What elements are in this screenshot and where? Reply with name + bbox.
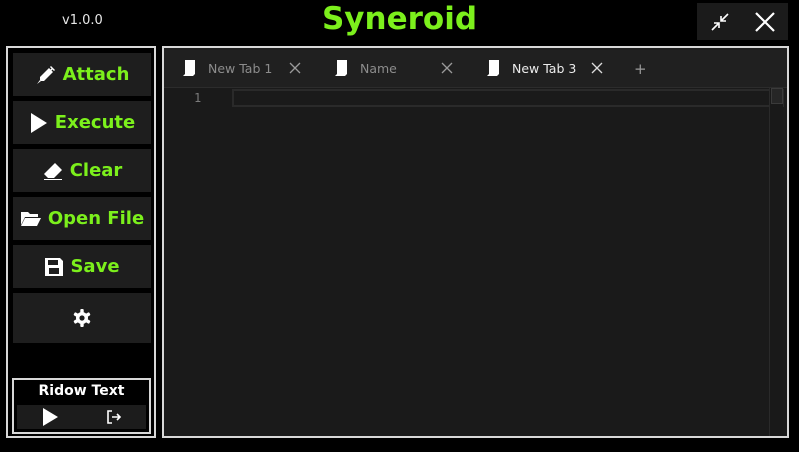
close-icon[interactable] [591, 62, 603, 74]
document-icon [183, 60, 195, 76]
attach-button[interactable]: Attach [13, 53, 151, 96]
tab-new-tab-1[interactable]: New Tab 1 [182, 48, 272, 88]
add-tab-button[interactable]: + [634, 60, 647, 78]
editor-frame: New Tab 1 Name New Tab 3 + 1 [162, 46, 789, 438]
line-number: 1 [194, 91, 202, 105]
minimize-button[interactable] [700, 3, 740, 40]
close-icon[interactable] [441, 62, 453, 74]
save-label: Save [70, 256, 120, 277]
scroll-thumb[interactable] [771, 88, 783, 104]
script-panel-toolbar [17, 405, 146, 429]
tab-new-tab-3[interactable]: New Tab 3 [486, 48, 576, 88]
floppy-disk-icon [45, 257, 64, 276]
script-run-button[interactable] [41, 407, 59, 427]
window-controls [697, 3, 788, 40]
execute-button[interactable]: Execute [13, 101, 151, 144]
clear-button[interactable]: Clear [13, 149, 151, 192]
execute-label: Execute [54, 112, 136, 133]
eraser-icon [43, 162, 62, 180]
app-title: Syneroid [321, 1, 478, 37]
document-icon [487, 60, 499, 76]
document-icon [335, 60, 347, 76]
script-exit-button[interactable] [106, 409, 122, 425]
gear-icon [73, 309, 91, 327]
clear-label: Clear [69, 160, 123, 181]
close-x-icon [755, 11, 776, 32]
close-icon[interactable] [289, 62, 301, 74]
tab-label: Name [360, 60, 397, 76]
save-button[interactable]: Save [13, 245, 151, 288]
play-icon [30, 112, 47, 133]
open-file-button[interactable]: Open File [13, 197, 151, 240]
script-panel: Ridow Text [12, 378, 151, 434]
close-button[interactable] [745, 3, 785, 40]
attach-label: Attach [62, 64, 130, 85]
folder-open-icon [20, 211, 41, 226]
sidebar: Attach Execute Clear Open File Save Rido… [6, 46, 156, 438]
tab-label: New Tab 1 [208, 60, 273, 76]
script-panel-title: Ridow Text [38, 383, 125, 399]
tab-label: New Tab 3 [512, 60, 577, 76]
collapse-arrows-icon [711, 12, 729, 31]
play-icon [42, 408, 58, 426]
open-file-label: Open File [47, 208, 145, 229]
tab-name[interactable]: Name [334, 48, 397, 88]
tab-bar: New Tab 1 Name New Tab 3 + [164, 48, 787, 88]
syringe-icon [36, 65, 55, 84]
exit-icon [107, 410, 122, 424]
settings-button[interactable] [13, 293, 151, 343]
vertical-scrollbar[interactable] [769, 88, 783, 436]
code-editor[interactable] [232, 89, 768, 434]
